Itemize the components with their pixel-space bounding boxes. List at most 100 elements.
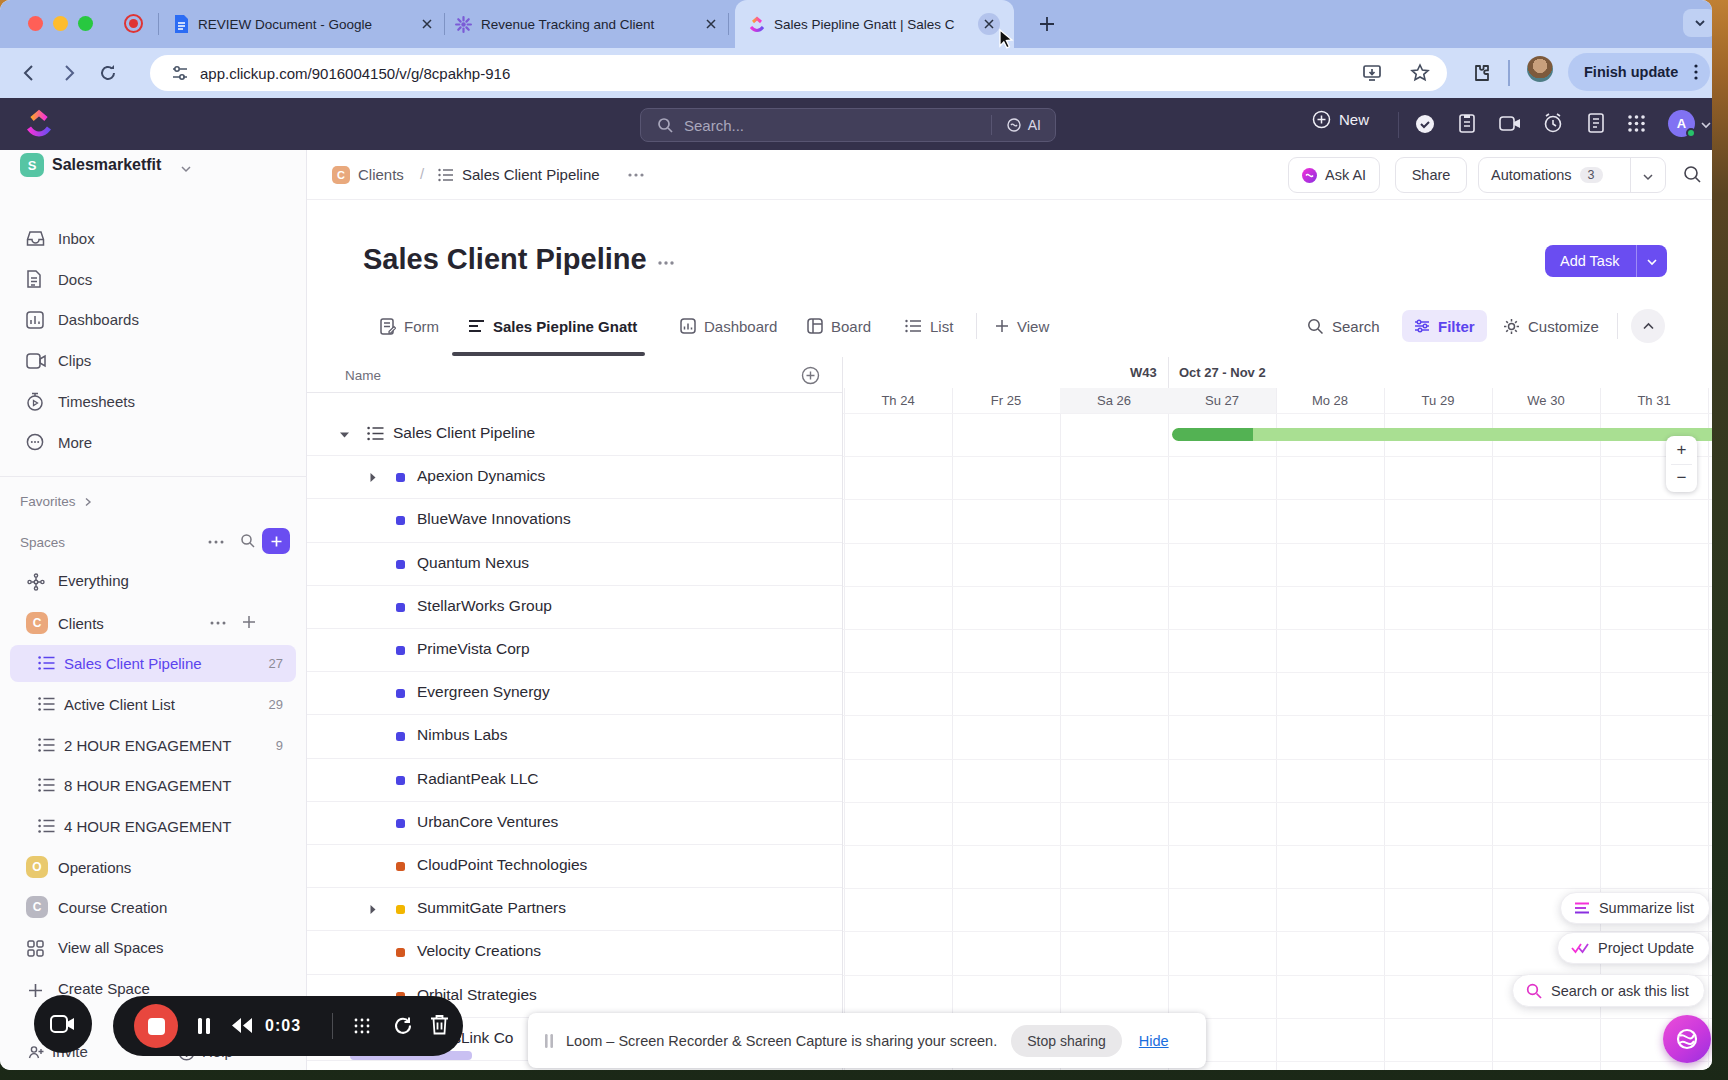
gantt-row[interactable]: Nimbus Labs [307,715,842,758]
gantt-row[interactable]: Velocity Creations [307,931,842,974]
browser-tab[interactable]: REVIEW Document - Google [168,0,437,48]
close-window-button[interactable] [28,16,43,31]
task-status-square[interactable] [396,560,405,569]
new-button[interactable]: New [1312,110,1369,129]
gantt-row-label[interactable]: StellarWorks Group [417,597,552,615]
global-search-input[interactable]: Search... AI [640,108,1056,142]
view-tab-form[interactable]: Form [380,305,439,347]
task-status-square[interactable] [396,646,405,655]
reload-button[interactable] [98,63,118,83]
gantt-row[interactable]: StellarWorks Group [307,586,842,629]
todo-check-icon[interactable] [1414,113,1436,135]
task-status-square[interactable] [396,603,405,612]
gantt-row-label[interactable]: Nimbus Labs [417,726,507,744]
stop-sharing-button[interactable]: Stop sharing [1011,1025,1122,1057]
bookmark-star-icon[interactable] [1409,62,1431,84]
back-button[interactable] [20,63,40,83]
ai-button[interactable]: AI [992,117,1055,133]
sidebar-item-view-all-spaces[interactable]: View all Spaces [0,928,307,969]
sidebar-item-dashboards[interactable]: Dashboards [0,299,307,340]
gantt-row-label[interactable]: BlueWave Innovations [417,510,571,528]
address-bar[interactable]: app.clickup.com/9016004150/v/g/8cpakhp-9… [150,55,1447,91]
view-search-button[interactable]: Search [1307,310,1380,342]
task-status-square[interactable] [396,732,405,741]
browser-profile-avatar[interactable] [1527,56,1553,82]
project-update-button[interactable]: Project Update [1557,932,1710,964]
clickup-ai-fab[interactable] [1663,1015,1711,1063]
add-task-chevron-icon[interactable] [1646,256,1658,268]
rewind-icon[interactable] [231,1017,253,1034]
add-space-button[interactable] [262,528,290,554]
sidebar-item-everything[interactable]: Everything [0,561,307,602]
favorites-section[interactable]: Favorites [20,494,93,509]
clip-record-icon[interactable] [1498,114,1522,134]
notepad-icon[interactable] [1586,112,1606,134]
forward-button[interactable] [58,63,78,83]
spaces-search-icon[interactable] [240,533,256,549]
add-column-icon[interactable] [801,366,820,385]
sidebar-list-sales-client-pipeline[interactable]: Sales Client Pipeline27 [0,643,307,684]
gantt-row-label[interactable]: Velocity Creations [417,942,541,960]
title-more-icon[interactable] [657,260,675,266]
space-more-icon[interactable] [210,620,226,626]
site-settings-icon[interactable] [170,63,190,83]
share-button[interactable]: Share [1395,157,1467,193]
gantt-row[interactable]: RadiantPeak LLC [307,759,842,802]
restart-icon[interactable] [392,1015,413,1036]
automations-button[interactable]: Automations 3 [1478,157,1666,193]
gantt-row[interactable]: Sales Client Pipeline [307,413,842,456]
avatar-chevron-icon[interactable] [1700,119,1712,131]
tab-search-button[interactable] [1683,9,1712,37]
sidebar-list-active-client-list[interactable]: Active Client List29 [0,683,307,724]
gantt-row[interactable]: SummitGate Partners [307,888,842,931]
breadcrumb-space[interactable]: Clients [358,166,404,183]
expand-caret-icon[interactable] [369,472,377,483]
spaces-section-label[interactable]: Spaces [20,535,65,550]
add-task-button[interactable]: Add Task [1545,245,1667,277]
header-search-icon[interactable] [1683,165,1702,184]
browser-menu-icon[interactable] [1688,63,1704,81]
minimize-window-button[interactable] [53,16,68,31]
sidebar-item-inbox[interactable]: Inbox [0,218,307,259]
gantt-progress-bar[interactable] [1172,428,1712,441]
sidebar-list-2-hour-engagement[interactable]: 2 HOUR ENGAGEMENT9 [0,724,307,765]
automations-chevron-icon[interactable] [1642,171,1654,183]
view-tab-dashboard[interactable]: Dashboard [680,305,777,347]
reminder-clock-icon[interactable] [1542,112,1564,134]
task-status-square[interactable] [396,948,405,957]
gantt-row-label[interactable]: SummitGate Partners [417,899,566,917]
sidebar-space-operations[interactable]: OOperations [0,846,307,887]
customize-button[interactable]: Customize [1503,310,1599,342]
clickup-logo[interactable] [24,108,54,140]
close-tab-icon[interactable] [705,18,717,30]
close-tab-icon[interactable] [421,18,433,30]
gantt-row-label[interactable]: PrimeVista Corp [417,640,530,658]
search-ask-list-button[interactable]: Search or ask this list [1512,974,1705,1007]
task-status-square[interactable] [396,473,405,482]
task-status-square[interactable] [396,776,405,785]
sidebar-list-4-hour-engagement[interactable]: 4 HOUR ENGAGEMENT [0,806,307,847]
gantt-row-label[interactable]: Sales Client Pipeline [393,424,535,442]
task-status-square[interactable] [396,689,405,698]
browser-tab[interactable]: Revenue Tracking and Client [449,0,721,48]
gantt-row-label[interactable]: CloudPoint Technologies [417,856,587,874]
sidebar-item-more[interactable]: More [0,422,307,463]
gantt-row[interactable]: Evergreen Synergy [307,672,842,715]
task-status-square[interactable] [396,862,405,871]
drag-dots-icon[interactable] [352,1016,372,1036]
collapse-header-button[interactable] [1631,309,1665,343]
zoom-out-button[interactable]: − [1666,464,1697,492]
gantt-row-label[interactable]: Evergreen Synergy [417,683,550,701]
breadcrumb-page[interactable]: Sales Client Pipeline [462,166,600,183]
sidebar-space-clients[interactable]: CClients [0,602,307,643]
gantt-row[interactable]: Quantum Nexus [307,543,842,586]
breadcrumb-space-icon[interactable]: C [332,166,350,184]
zoom-in-button[interactable]: + [1666,436,1697,464]
collapse-caret-icon[interactable] [339,431,350,439]
hide-banner-link[interactable]: Hide [1139,1033,1169,1049]
pause-icon[interactable] [197,1017,211,1035]
ask-ai-button[interactable]: Ask AI [1288,157,1380,193]
space-add-icon[interactable] [242,615,256,629]
extensions-icon[interactable] [1468,60,1494,86]
sidebar-space-course-creation[interactable]: CCourse Creation [0,887,307,928]
